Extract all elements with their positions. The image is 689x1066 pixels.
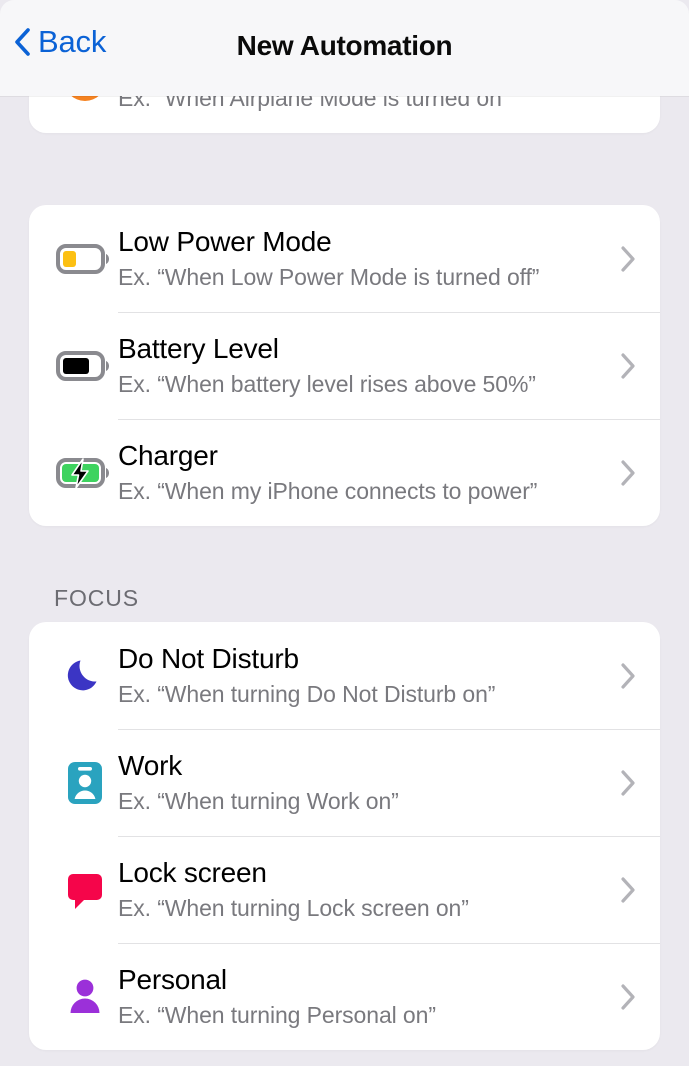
list-item-do-not-disturb[interactable]: Do Not Disturb Ex. “When turning Do Not … <box>29 622 660 729</box>
list-item-title: Charger <box>118 440 218 472</box>
speech-bubble-icon <box>52 868 118 912</box>
automation-trigger-list[interactable]: Airplane Mode Ex. “When Airplane Mode is… <box>0 0 689 1066</box>
battery-charging-icon <box>52 456 118 490</box>
section-header-focus: FOCUS <box>54 585 139 611</box>
list-item-battery-level[interactable]: Battery Level Ex. “When battery level ri… <box>29 312 660 419</box>
list-item-subtitle: Ex. “When turning Lock screen on” <box>118 894 469 921</box>
list-item-subtitle: Ex. “When turning Work on” <box>118 787 399 814</box>
chevron-right-icon[interactable] <box>596 769 660 797</box>
new-automation-screen: Airplane Mode Ex. “When Airplane Mode is… <box>0 0 689 1066</box>
list-item-text: Lock screen Ex. “When turning Lock scree… <box>118 857 596 922</box>
list-item-text: Battery Level Ex. “When battery level ri… <box>118 333 596 398</box>
list-item-personal[interactable]: Personal Ex. “When turning Personal on” <box>29 943 660 1050</box>
chevron-right-icon[interactable] <box>596 876 660 904</box>
focus-group-card: Do Not Disturb Ex. “When turning Do Not … <box>29 622 660 1050</box>
list-item-title: Low Power Mode <box>118 226 332 258</box>
list-item-text: Charger Ex. “When my iPhone connects to … <box>118 440 596 505</box>
battery-group-card: Low Power Mode Ex. “When Low Power Mode … <box>29 205 660 526</box>
list-item-work[interactable]: Work Ex. “When turning Work on” <box>29 729 660 836</box>
list-item-subtitle: Ex. “When my iPhone connects to power” <box>118 477 538 504</box>
battery-low-power-icon <box>52 242 118 276</box>
list-item-title: Battery Level <box>118 333 279 365</box>
id-badge-icon <box>52 759 118 807</box>
battery-level-icon <box>52 349 118 383</box>
list-item-charger[interactable]: Charger Ex. “When my iPhone connects to … <box>29 419 660 526</box>
chevron-right-icon[interactable] <box>596 245 660 273</box>
list-item-text: Do Not Disturb Ex. “When turning Do Not … <box>118 643 596 708</box>
list-item-title: Work <box>118 750 183 782</box>
chevron-right-icon[interactable] <box>596 662 660 690</box>
chevron-right-icon[interactable] <box>596 983 660 1011</box>
navigation-bar: Back New Automation <box>0 0 689 96</box>
list-item-subtitle: Ex. “When Low Power Mode is turned off” <box>118 263 540 290</box>
list-item-text: Low Power Mode Ex. “When Low Power Mode … <box>118 226 596 291</box>
list-item-title: Personal <box>118 964 227 996</box>
moon-icon <box>52 654 118 698</box>
chevron-right-icon[interactable] <box>596 459 660 487</box>
list-item-subtitle: Ex. “When turning Do Not Disturb on” <box>118 680 496 707</box>
person-icon <box>52 975 118 1019</box>
chevron-right-icon[interactable] <box>596 352 660 380</box>
list-item-text: Work Ex. “When turning Work on” <box>118 750 596 815</box>
list-item-lock-screen[interactable]: Lock screen Ex. “When turning Lock scree… <box>29 836 660 943</box>
list-item-title: Lock screen <box>118 857 267 889</box>
list-item-subtitle: Ex. “When battery level rises above 50%” <box>118 370 536 397</box>
list-item-subtitle: Ex. “When turning Personal on” <box>118 1001 436 1028</box>
list-item-low-power-mode[interactable]: Low Power Mode Ex. “When Low Power Mode … <box>29 205 660 312</box>
page-title: New Automation <box>236 30 453 61</box>
list-item-text: Personal Ex. “When turning Personal on” <box>118 964 596 1029</box>
list-item-title: Do Not Disturb <box>118 643 299 675</box>
